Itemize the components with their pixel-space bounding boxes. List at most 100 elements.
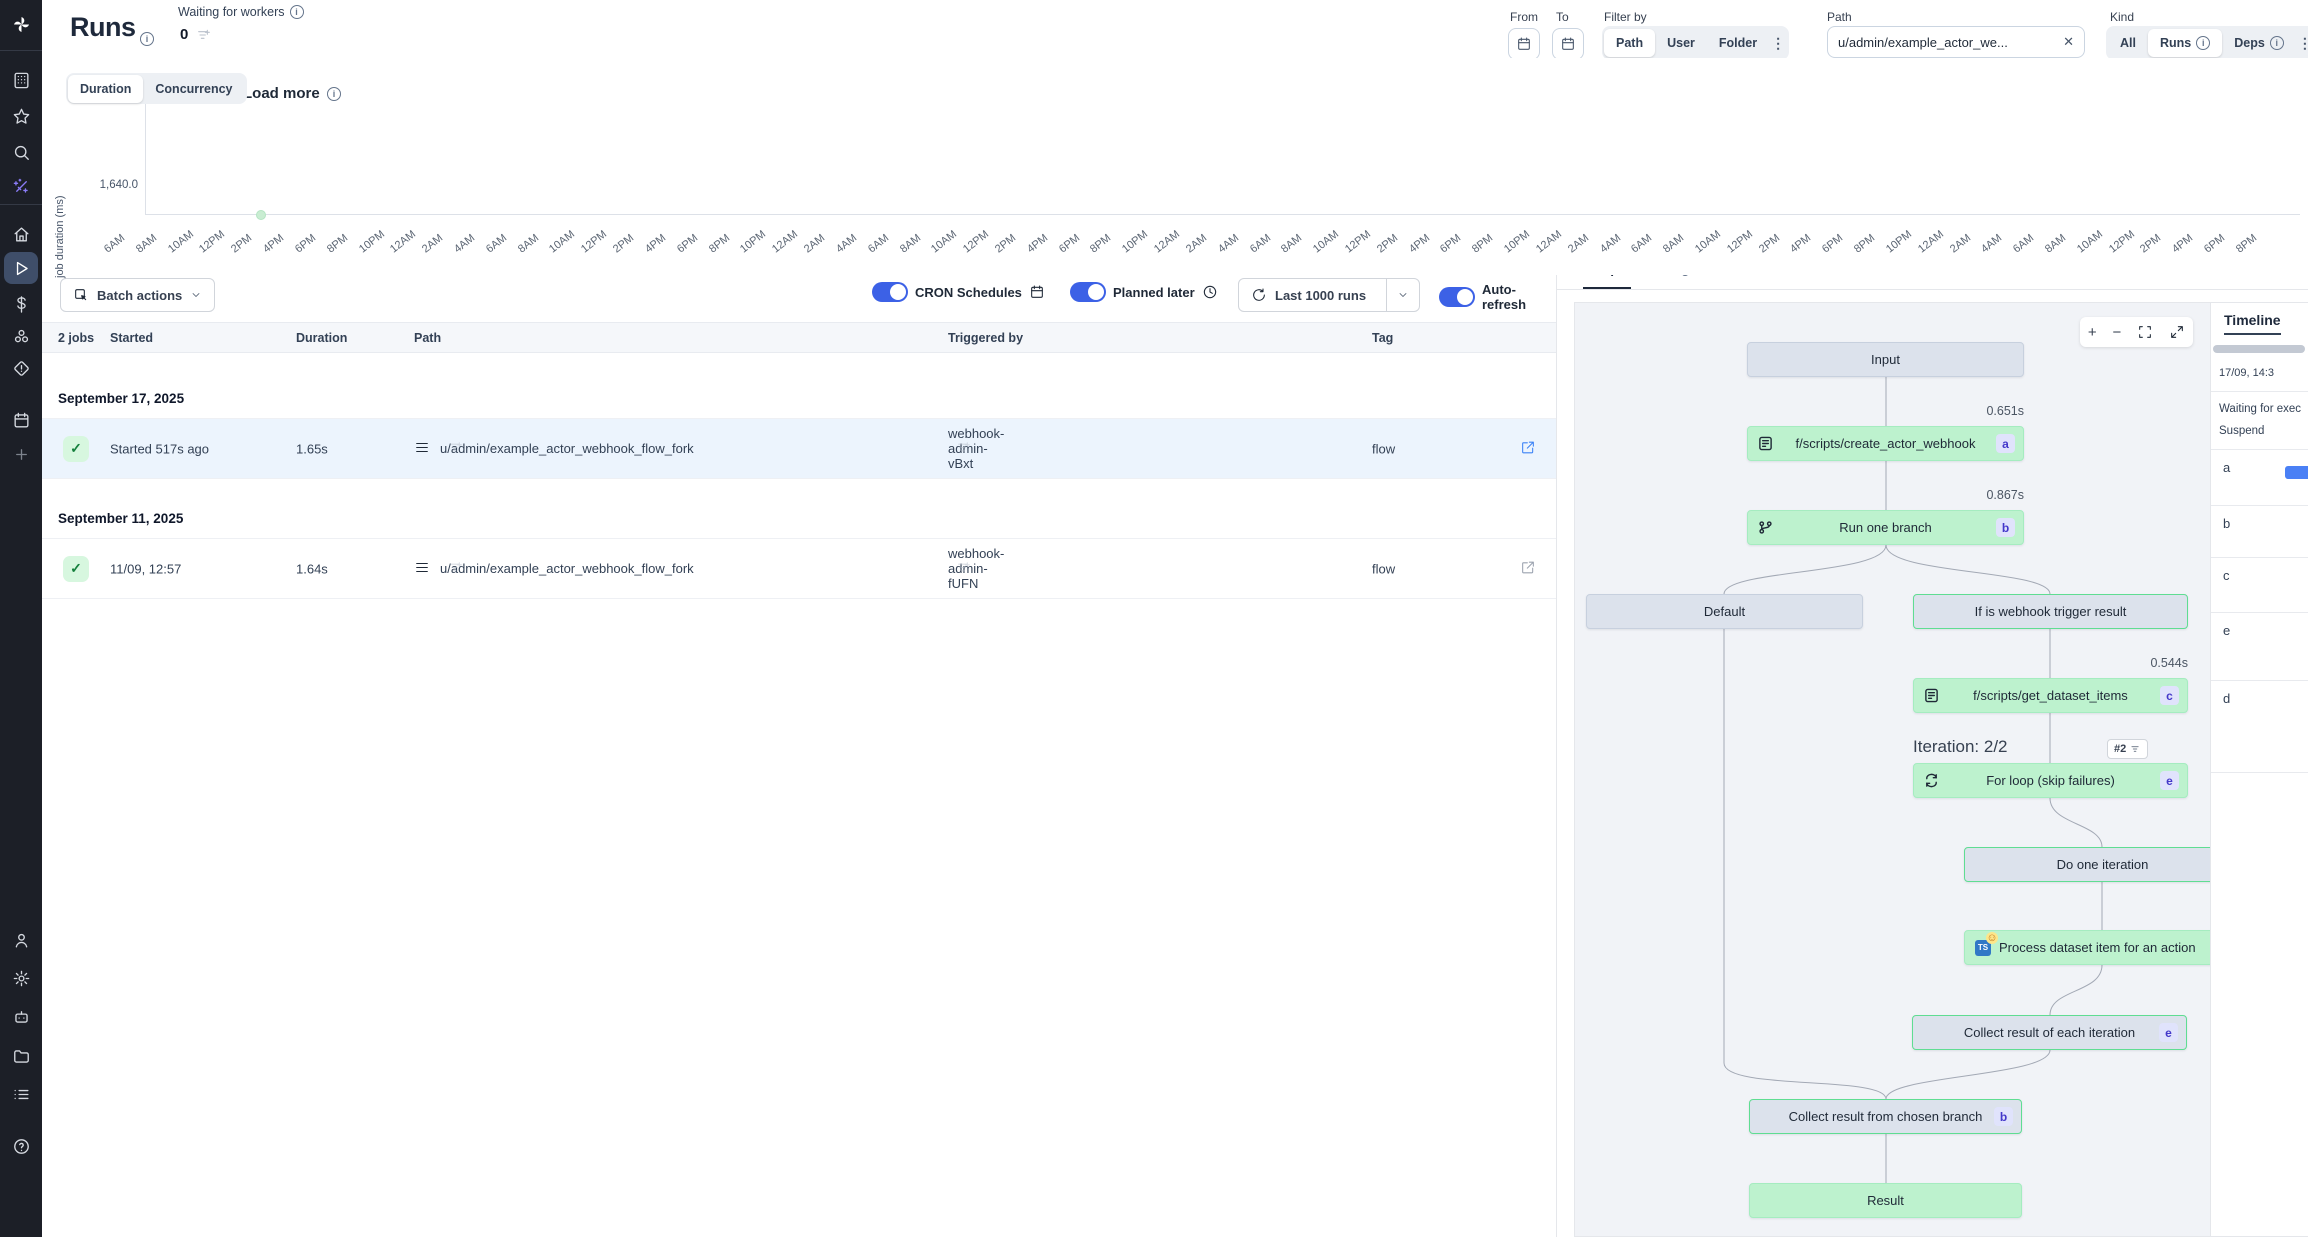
sidebar-item-workers[interactable] (4, 1000, 38, 1032)
filter-option-folder[interactable]: Folder (1707, 29, 1769, 57)
kind-more-menu-icon[interactable]: ⋮ (2296, 35, 2308, 52)
kind-option-deps[interactable]: Depsi (2222, 29, 2296, 57)
open-run-external-icon[interactable] (1520, 439, 1536, 455)
timeline-row-e[interactable]: e (2211, 613, 2308, 681)
filter-plus-icon[interactable] (448, 559, 464, 575)
sidebar-item-home[interactable] (4, 218, 38, 250)
flow-node-run-one-branch[interactable]: Run one branch b (1747, 510, 2024, 545)
run-path[interactable]: u/admin/example_actor_webhook_flow_fork (440, 559, 464, 578)
sidebar-item-help[interactable] (4, 1130, 38, 1162)
run-triggered-by[interactable]: webhook-admin-vBxt (948, 439, 972, 458)
chart-x-tick: 2AM (802, 232, 827, 255)
table-header: 2 jobs Started Duration Path Triggered b… (42, 322, 1556, 353)
sidebar-item-favorites[interactable] (4, 100, 38, 132)
timeline-row-d[interactable]: d (2211, 681, 2308, 773)
from-date-button[interactable] (1508, 28, 1540, 60)
tab-duration[interactable]: Duration (68, 75, 143, 103)
sidebar-item-schedules[interactable] (4, 404, 38, 436)
chart-plot-area[interactable] (145, 75, 2300, 215)
load-more-label[interactable]: Load more (243, 85, 320, 102)
run-duration: 1.65s (296, 441, 328, 456)
flow-node-for-loop[interactable]: For loop (skip failures) e (1913, 763, 2188, 798)
sidebar-item-search[interactable] (4, 136, 38, 168)
filter-plus-icon[interactable] (196, 27, 212, 43)
iteration-selector[interactable]: #2 (2107, 739, 2148, 759)
chart-x-tick: 2AM (1184, 232, 1209, 255)
sidebar-item-triggers[interactable] (4, 352, 38, 384)
timeline-title[interactable]: Timeline (2224, 312, 2281, 335)
kind-option-all[interactable]: All (2108, 29, 2148, 57)
auto-refresh-label: Auto-refresh (1482, 282, 1556, 312)
flow-node-input[interactable]: Input (1747, 342, 2024, 377)
flow-node-do-one-iteration[interactable]: Do one iteration (1964, 847, 2210, 882)
flow-node-result[interactable]: Result (1749, 1183, 2022, 1218)
timeline-scrollbar[interactable] (2213, 345, 2305, 353)
expand-icon[interactable] (2169, 324, 2185, 340)
runs-info-icon[interactable]: i (140, 32, 154, 46)
path-input[interactable]: u/admin/example_actor_we... ✕ (1827, 26, 2085, 58)
batch-select-icon (73, 287, 89, 303)
to-date-button[interactable] (1552, 28, 1584, 60)
sidebar-item-logs[interactable] (4, 1078, 38, 1110)
chart-x-tick: 12PM (961, 228, 991, 255)
clear-path-icon[interactable]: ✕ (2063, 34, 2074, 50)
page-title: Runs (70, 12, 136, 43)
chart-x-tick: 4AM (834, 232, 859, 255)
filter-more-menu-icon[interactable]: ⋮ (1769, 35, 1787, 52)
run-path[interactable]: u/admin/example_actor_webhook_flow_fork (440, 439, 464, 458)
timeline-row-c[interactable]: c (2211, 558, 2308, 613)
flow-node-if-webhook-branch[interactable]: If is webhook trigger result (1913, 594, 2188, 629)
filter-option-path[interactable]: Path (1604, 29, 1655, 57)
flow-node-default-branch[interactable]: Default (1586, 594, 1863, 629)
sidebar-item-settings[interactable] (4, 962, 38, 994)
filter-plus-icon[interactable] (448, 439, 464, 455)
sidebar-item-user[interactable] (4, 924, 38, 956)
batch-actions-button[interactable]: Batch actions (60, 278, 215, 312)
load-more-info-icon[interactable]: i (327, 87, 341, 101)
timeline-bar-a (2285, 466, 2308, 479)
zoom-out-icon[interactable]: − (2113, 324, 2122, 341)
sidebar-item-resources[interactable] (4, 320, 38, 352)
page-header: Runs i Waiting for workersi 0 From To Fi… (42, 0, 2308, 58)
chart-run-datapoint[interactable] (256, 210, 266, 220)
auto-refresh-toggle[interactable] (1439, 287, 1475, 307)
sidebar-item-add[interactable] (4, 438, 38, 470)
flow-node-process-dataset-item[interactable]: TS☺ Process dataset item for an action (1964, 930, 2210, 965)
windmill-logo-icon[interactable] (4, 8, 38, 40)
planned-later-toggle[interactable] (1070, 282, 1106, 302)
sidebar-item-runs[interactable] (4, 252, 38, 284)
table-row[interactable]: ✓ Started 517s ago 1.65s u/admin/example… (42, 419, 1556, 479)
open-run-external-icon[interactable] (1520, 559, 1536, 575)
flow-node-get-dataset-items[interactable]: f/scripts/get_dataset_items c (1913, 678, 2188, 713)
timeline-timestamp: 17/09, 14:3 (2219, 367, 2274, 379)
flow-graph-canvas[interactable]: + − Input 0.651s f/scripts/create_actor_… (1575, 303, 2210, 1236)
kind-option-runs[interactable]: Runsi (2148, 29, 2222, 57)
chart-y-tick: 1,640.0 (64, 179, 138, 191)
last-runs-dropdown[interactable] (1386, 279, 1419, 311)
filter-option-user[interactable]: User (1655, 29, 1707, 57)
tab-concurrency[interactable]: Concurrency (143, 75, 244, 103)
flow-node-collect-each-iteration[interactable]: Collect result of each iteration e (1912, 1015, 2187, 1050)
timeline-row-a[interactable]: a (2211, 450, 2308, 506)
waiting-info-icon[interactable]: i (290, 5, 304, 19)
cron-schedules-toggle[interactable] (872, 282, 908, 302)
filter-plus-icon[interactable] (956, 559, 972, 575)
planned-later-label: Planned later (1113, 285, 1195, 300)
waiting-for-workers-label: Waiting for workersi (178, 5, 304, 19)
sidebar-item-ai-wand[interactable] (4, 170, 38, 202)
chart-x-tick: 2AM (1566, 232, 1591, 255)
chart-x-tick: 8AM (2043, 232, 2068, 255)
zoom-in-icon[interactable]: + (2088, 324, 2097, 341)
chart-x-tick: 6AM (102, 232, 127, 255)
timeline-row-b[interactable]: b (2211, 506, 2308, 558)
run-triggered-by[interactable]: webhook-admin-fUFN (948, 559, 972, 578)
sidebar-item-variables[interactable] (4, 288, 38, 320)
flow-node-collect-chosen-branch[interactable]: Collect result from chosen branch b (1749, 1099, 2022, 1134)
sidebar-item-apps[interactable] (4, 64, 38, 96)
last-runs-refresh[interactable]: Last 1000 runs (1239, 279, 1378, 311)
flow-node-create-actor-webhook[interactable]: f/scripts/create_actor_webhook a (1747, 426, 2024, 461)
sidebar-item-folders[interactable] (4, 1040, 38, 1072)
fit-view-icon[interactable] (2137, 324, 2153, 340)
filter-plus-icon[interactable] (956, 439, 972, 455)
table-row[interactable]: ✓ 11/09, 12:57 1.64s u/admin/example_act… (42, 539, 1556, 599)
